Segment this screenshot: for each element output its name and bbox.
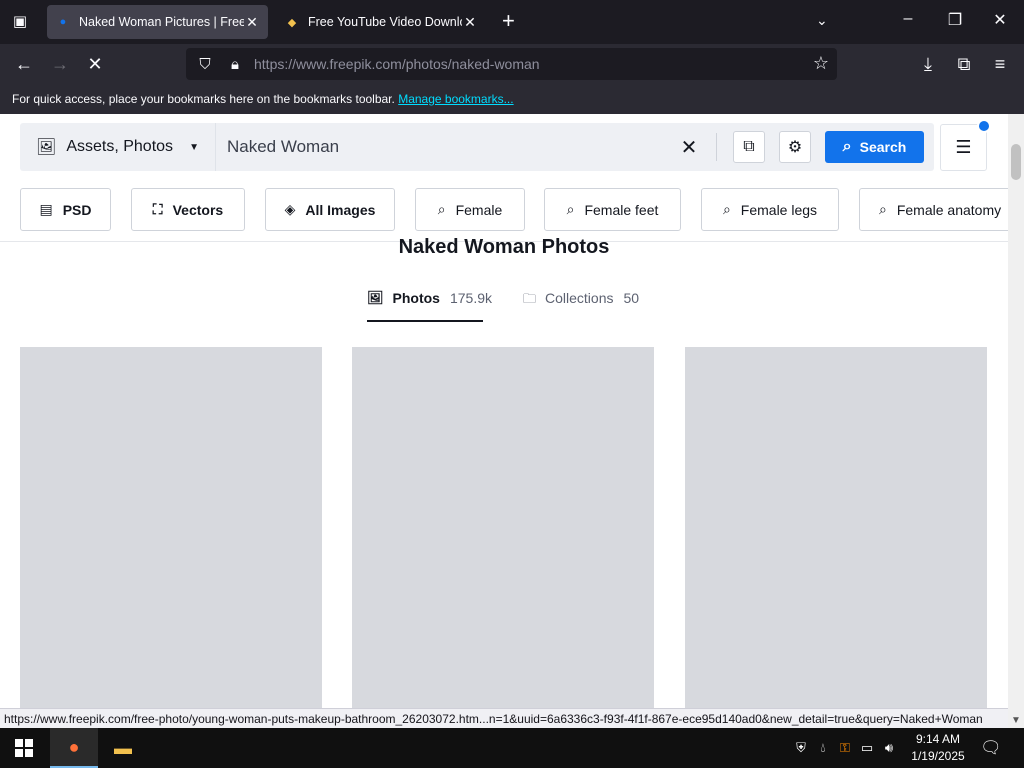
bookmark-star-icon[interactable]: ☆ <box>813 53 829 74</box>
shield-icon[interactable]: ⛉ <box>194 56 216 73</box>
chip-female[interactable]: ⌕ Female <box>415 188 525 231</box>
tab-list-icon[interactable]: ▣ <box>8 11 32 33</box>
sliders-icon: ☰ <box>955 137 972 157</box>
psd-icon: ▤ <box>39 201 53 217</box>
url-text[interactable]: https://www.freepik.com/photos/naked-wom… <box>254 56 540 72</box>
chevron-down-icon[interactable]: ⌄ <box>816 12 828 29</box>
clock[interactable]: 9:14 AM 1/19/2025 <box>906 731 970 765</box>
clear-search-icon[interactable]: ✕ <box>674 135 704 160</box>
key-icon[interactable]: ⚿ <box>834 740 856 756</box>
download-icon[interactable]: ⤓ <box>917 53 939 75</box>
photo-result[interactable] <box>352 347 654 708</box>
chip-vectors[interactable]: ⛶ Vectors <box>131 188 245 231</box>
tab-active[interactable]: ● Naked Woman Pictures | Freepik ✕ <box>47 5 268 39</box>
close-tab-icon[interactable]: ✕ <box>244 14 260 31</box>
tab-inactive[interactable]: ◆ Free YouTube Video Downloader ✕ <box>276 5 486 39</box>
menu-icon[interactable]: ≡ <box>989 53 1011 75</box>
image-search-button[interactable]: ⧉ <box>733 131 765 163</box>
search-icon: ⌕ <box>722 201 731 217</box>
tab-title: Free YouTube Video Downloader <box>308 15 462 29</box>
vector-icon: ⛶ <box>152 201 163 217</box>
page-scrollbar[interactable]: ▼ <box>1008 114 1024 728</box>
search-button[interactable]: ⌕ Search <box>825 131 924 163</box>
search-icon: ⌕ <box>879 201 887 217</box>
folder-icon: 🗀 <box>523 291 537 306</box>
new-tab-icon[interactable]: + <box>502 10 515 32</box>
search-settings-button[interactable]: ⚙ <box>779 131 811 163</box>
tab-title: Naked Woman Pictures | Freepik <box>79 15 244 29</box>
notification-icon[interactable]: 🗨︎ <box>980 738 1002 758</box>
minimize-icon[interactable]: – <box>898 10 918 28</box>
search-icon: ⌕ <box>842 138 852 155</box>
tab-strip: ▣ ● Naked Woman Pictures | Freepik ✕ ◆ F… <box>0 0 1024 44</box>
divider <box>716 133 717 161</box>
chip-female-feet[interactable]: ⌕ Female feet <box>544 188 681 231</box>
drop-icon[interactable]: 💧︎ <box>812 740 834 756</box>
gear-icon: ⚙ <box>787 139 803 156</box>
search-icon: ⌕ <box>437 201 446 217</box>
tab-collections[interactable]: 🗀 Collections 50 <box>523 290 639 322</box>
restore-icon[interactable]: ❐ <box>945 10 965 30</box>
page-title: Naked Woman Photos <box>398 236 610 258</box>
extensions-icon[interactable]: ⧉ <box>953 53 975 75</box>
volume-icon[interactable]: 🔊︎ <box>878 740 900 756</box>
security-icon[interactable]: ⛨ <box>790 740 812 756</box>
image-icon: 🖼︎ <box>36 139 57 156</box>
shapes-icon: ◈ <box>284 201 296 217</box>
lock-icon[interactable]: 🔒︎ <box>224 56 246 73</box>
link-status-bar: https://www.freepik.com/free-photo/young… <box>0 708 1008 728</box>
chip-all-images[interactable]: ◈ All Images <box>265 188 395 231</box>
search-icon: ⌕ <box>566 201 575 217</box>
url-bar[interactable]: ⛉ 🔒︎ https://www.freepik.com/photos/nake… <box>186 48 837 80</box>
chip-female-anatomy[interactable]: ⌕ Female anatomy <box>859 188 1008 231</box>
search-input[interactable]: Naked Woman <box>227 137 674 157</box>
downloader-icon: ◆ <box>287 16 297 29</box>
bookmarks-toolbar: For quick access, place your bookmarks h… <box>0 84 1024 114</box>
chip-psd[interactable]: ▤ PSD <box>20 188 111 231</box>
scroll-down-icon[interactable]: ▼ <box>1011 715 1021 726</box>
related-chips: ▤ PSD ⛶ Vectors ◈ All Images ⌕ Female ⌕ Femal… <box>20 188 1008 232</box>
asset-type-select[interactable]: 🖼︎ Assets, Photos ▼ <box>20 123 216 171</box>
navigation-toolbar: ← → ✕ ⛉ 🔒︎ https://www.freepik.com/photo… <box>0 44 1024 84</box>
scrollbar-thumb[interactable] <box>1011 144 1021 180</box>
forward-icon[interactable]: → <box>49 53 71 75</box>
photo-result[interactable] <box>20 347 322 708</box>
stop-icon[interactable]: ✕ <box>84 53 106 75</box>
tab-photos[interactable]: 🖼︎ Photos 175.9k <box>367 290 492 322</box>
search-bar: 🖼︎ Assets, Photos ▼ Naked Woman ✕ ⧉ ⚙ ⌕ … <box>20 123 934 171</box>
photo-result[interactable] <box>685 347 987 708</box>
image-search-icon: ⧉ <box>743 138 755 155</box>
firefox-icon[interactable]: ● <box>50 728 98 768</box>
close-window-icon[interactable]: ✕ <box>990 10 1010 30</box>
taskbar: ● ▬ ⛨ 💧︎ ⚿ ▭ 🔊︎ 9:14 AM 1/19/2025 🗨︎ <box>0 728 1024 768</box>
chip-female-legs[interactable]: ⌕ Female legs <box>701 188 839 231</box>
content-tabs: 🖼︎ Photos 175.9k 🗀 Collections 50 <box>367 290 679 322</box>
caret-down-icon: ▼ <box>189 141 199 153</box>
back-icon[interactable]: ← <box>13 53 35 75</box>
freepik-icon: ● <box>59 16 67 28</box>
filter-active-badge <box>977 119 991 133</box>
manage-bookmarks-link[interactable]: Manage bookmarks... <box>398 92 513 106</box>
network-icon[interactable]: ▭ <box>856 740 878 756</box>
windows-start-icon[interactable] <box>0 728 48 768</box>
close-tab-icon[interactable]: ✕ <box>462 14 478 31</box>
asset-type-label: Assets, Photos <box>66 138 174 155</box>
bookmarks-hint: For quick access, place your bookmarks h… <box>12 92 395 106</box>
file-explorer-icon[interactable]: ▬ <box>99 728 147 768</box>
page-content: 🖼︎ Assets, Photos ▼ Naked Woman ✕ ⧉ ⚙ ⌕ … <box>0 114 1008 708</box>
photo-icon: 🖼︎ <box>367 290 384 305</box>
system-tray: ⛨ 💧︎ ⚿ ▭ 🔊︎ <box>790 728 900 768</box>
